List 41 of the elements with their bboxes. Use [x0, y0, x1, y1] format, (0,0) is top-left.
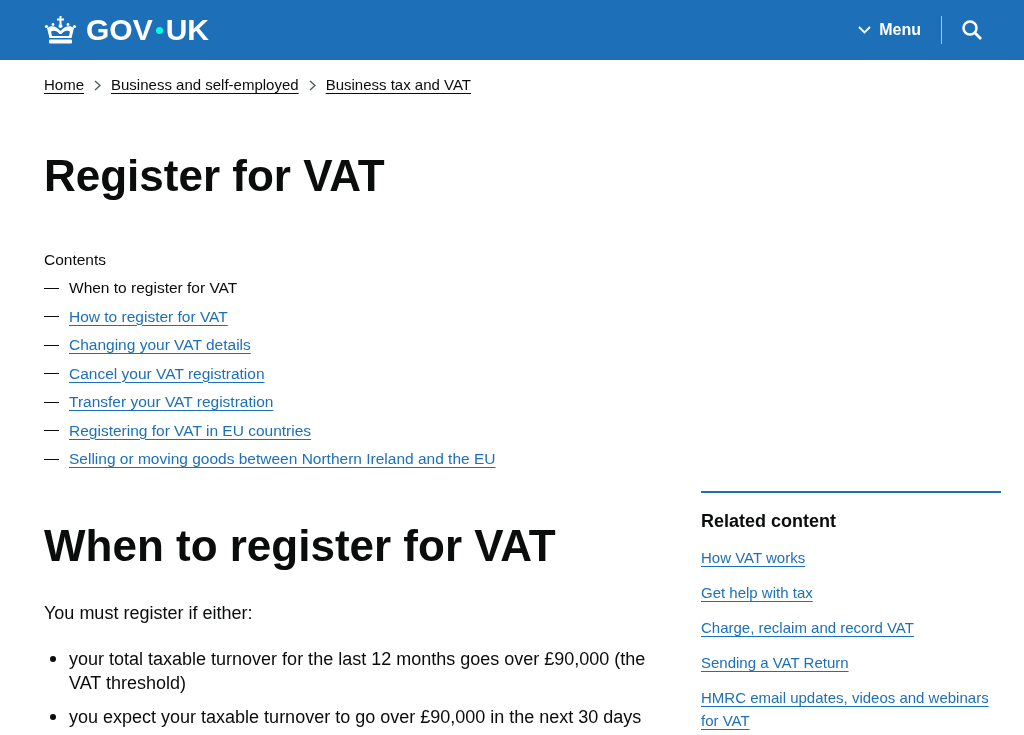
dash-icon [44, 344, 59, 346]
bullet-icon [50, 656, 56, 662]
related-link[interactable]: Charge, reclaim and record VAT [701, 616, 914, 639]
related-link[interactable]: HMRC email updates, videos and webinars for VAT [701, 686, 1001, 732]
logo-text[interactable]: GOV [86, 15, 153, 45]
related-heading: Related content [701, 510, 838, 533]
dot-icon [155, 26, 163, 34]
dash-icon [44, 430, 59, 431]
crown-icon [44, 15, 77, 45]
contents-link[interactable]: Cancel your VAT registration [69, 361, 265, 386]
dash-icon [44, 373, 59, 374]
related-link[interactable]: Get help with tax [701, 581, 813, 604]
intro-text: You must register if either: [44, 602, 254, 625]
contents-link[interactable]: Transfer your VAT registration [69, 390, 274, 414]
dash-icon [44, 287, 59, 289]
breadcrumb-link[interactable]: Home [44, 75, 84, 95]
dash-icon [44, 458, 59, 460]
dash-icon [44, 316, 59, 317]
contents-link[interactable]: Registering for VAT in EU countries [69, 418, 312, 443]
contents-current-item: When to register for VAT [69, 278, 238, 298]
contents-link[interactable]: Selling or moving goods between Northern Ireland and the EU [69, 447, 496, 471]
menu-button[interactable]: Menu [858, 17, 921, 43]
contents-link[interactable]: How to register for VAT [69, 304, 228, 329]
search-button[interactable] [962, 20, 982, 40]
contents-heading: Contents [44, 250, 108, 270]
related-link[interactable]: Sending a VAT Return [701, 651, 849, 674]
breadcrumb-link[interactable]: Business and self-employed [111, 75, 299, 95]
contents-link[interactable]: Changing your VAT details [69, 333, 251, 357]
search-icon [962, 20, 982, 40]
chevron-down-icon [858, 26, 872, 34]
bullet-icon [50, 714, 56, 720]
bullet-text: your total taxable turnover for the last 12 months goes over £90,000 (the VAT threshold) [69, 648, 647, 695]
section-heading: When to register for VAT [44, 521, 557, 571]
related-link[interactable]: How VAT works [701, 546, 806, 569]
page-title: Register for VAT [44, 151, 386, 201]
breadcrumb-link[interactable]: Business tax and VAT [325, 75, 471, 95]
dash-icon [44, 401, 59, 403]
bullet-text: you expect your taxable turnover to go over £90,000 in the next 30 days [69, 706, 642, 729]
chevron-right-icon [308, 79, 316, 91]
chevron-right-icon [94, 79, 101, 91]
logo-text[interactable]: UK [165, 15, 210, 45]
